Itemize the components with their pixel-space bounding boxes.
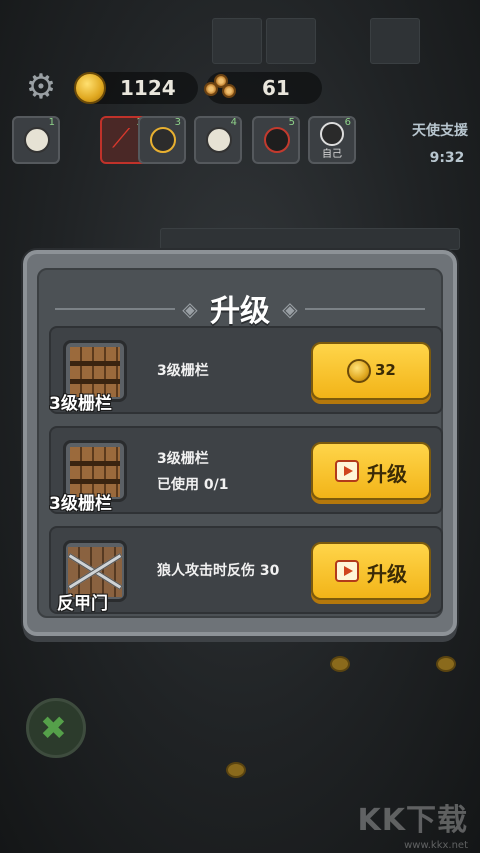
slot-number: 4 [230, 117, 237, 128]
item-description: 3级栅栏 [157, 451, 209, 467]
build-tools-button[interactable]: ✖ [26, 698, 86, 758]
upgrade-label: 升级 [367, 462, 407, 486]
item-icon-label: 3级栅栏 [49, 494, 112, 514]
angel-support: 天使支援 9:32 [412, 120, 468, 166]
bg-tile [370, 18, 420, 64]
slot-number: 5 [288, 117, 295, 128]
sheep-avatar-icon [206, 127, 232, 153]
team-slot[interactable]: 1 [12, 116, 60, 164]
coin-icon [74, 72, 106, 104]
bg-tile [212, 18, 262, 64]
team-slots: 1 2 ⟋ 3 4 5 6 自己 [12, 116, 362, 166]
dark-sheep-avatar-icon [264, 127, 290, 153]
dialog-title: 升级 [210, 294, 270, 329]
angel-support-timer: 9:32 [429, 150, 465, 166]
team-slot[interactable]: 3 [138, 116, 186, 164]
bg-coin [226, 762, 246, 778]
item-usage: 已使用 0/1 [157, 477, 229, 493]
team-slot[interactable]: 5 [252, 116, 300, 164]
slot-number: 6 [344, 117, 351, 128]
upgrade-row: 反甲门 狼人攻击时反伤 30 升级 [49, 526, 443, 614]
upgrade-row: 3级栅栏 3级栅栏 32 [49, 326, 443, 414]
sheep-avatar-icon [24, 127, 50, 153]
upgrade-row: 3级栅栏 3级栅栏 已使用 0/1 升级 [49, 426, 443, 514]
gold-value: 1124 [120, 76, 176, 100]
item-icon-label: 3级栅栏 [49, 394, 112, 414]
black-sheep-avatar-icon [320, 122, 344, 146]
gear-icon[interactable]: ⚙ [24, 70, 58, 104]
upgrade-label: 升级 [367, 562, 407, 586]
upgrade-dialog: ◈ ◈ 升级 3级栅栏 3级栅栏 32 3级栅栏 3级栅栏 已使用 0/1 升级 [23, 250, 457, 636]
wood-value: 61 [262, 76, 290, 100]
video-ad-icon [335, 460, 359, 482]
upgrade-video-button[interactable]: 升级 [311, 442, 431, 500]
bg-wall [160, 228, 460, 250]
bg-tile [266, 18, 316, 64]
slot-number: 1 [48, 117, 55, 128]
watermark-url: www.kkx.net [404, 840, 468, 851]
team-slot[interactable]: 4 [194, 116, 242, 164]
angel-support-title: 天使支援 [412, 123, 468, 139]
spiky-hair-avatar-icon [150, 127, 176, 153]
item-description: 狼人攻击时反伤 30 [157, 563, 280, 579]
upgrade-dialog-body: ◈ ◈ 升级 3级栅栏 3级栅栏 32 3级栅栏 3级栅栏 已使用 0/1 升级 [37, 268, 443, 618]
bg-coin [436, 656, 456, 672]
video-ad-icon [335, 560, 359, 582]
item-description: 3级栅栏 [157, 363, 209, 379]
gold-counter: 1124 [74, 72, 198, 104]
hammer-wrench-icon: ✖ [40, 709, 67, 747]
gold-price: 32 [375, 361, 396, 379]
bg-coin [330, 656, 350, 672]
buy-with-gold-button[interactable]: 32 [311, 342, 431, 400]
team-slot-self[interactable]: 6 自己 [308, 116, 356, 164]
wood-logs-icon [204, 74, 238, 102]
wood-counter: 61 [204, 72, 322, 104]
resource-bar: ⚙ 1124 61 [0, 68, 480, 108]
watermark-logo: KK下载 [357, 803, 468, 838]
claw-marks-icon: ⟋ [112, 124, 131, 154]
slot-number: 3 [174, 117, 181, 128]
coin-icon [347, 359, 371, 383]
slot-label: 自己 [322, 149, 342, 160]
item-icon-label: 反甲门 [57, 594, 108, 614]
upgrade-video-button[interactable]: 升级 [311, 542, 431, 600]
